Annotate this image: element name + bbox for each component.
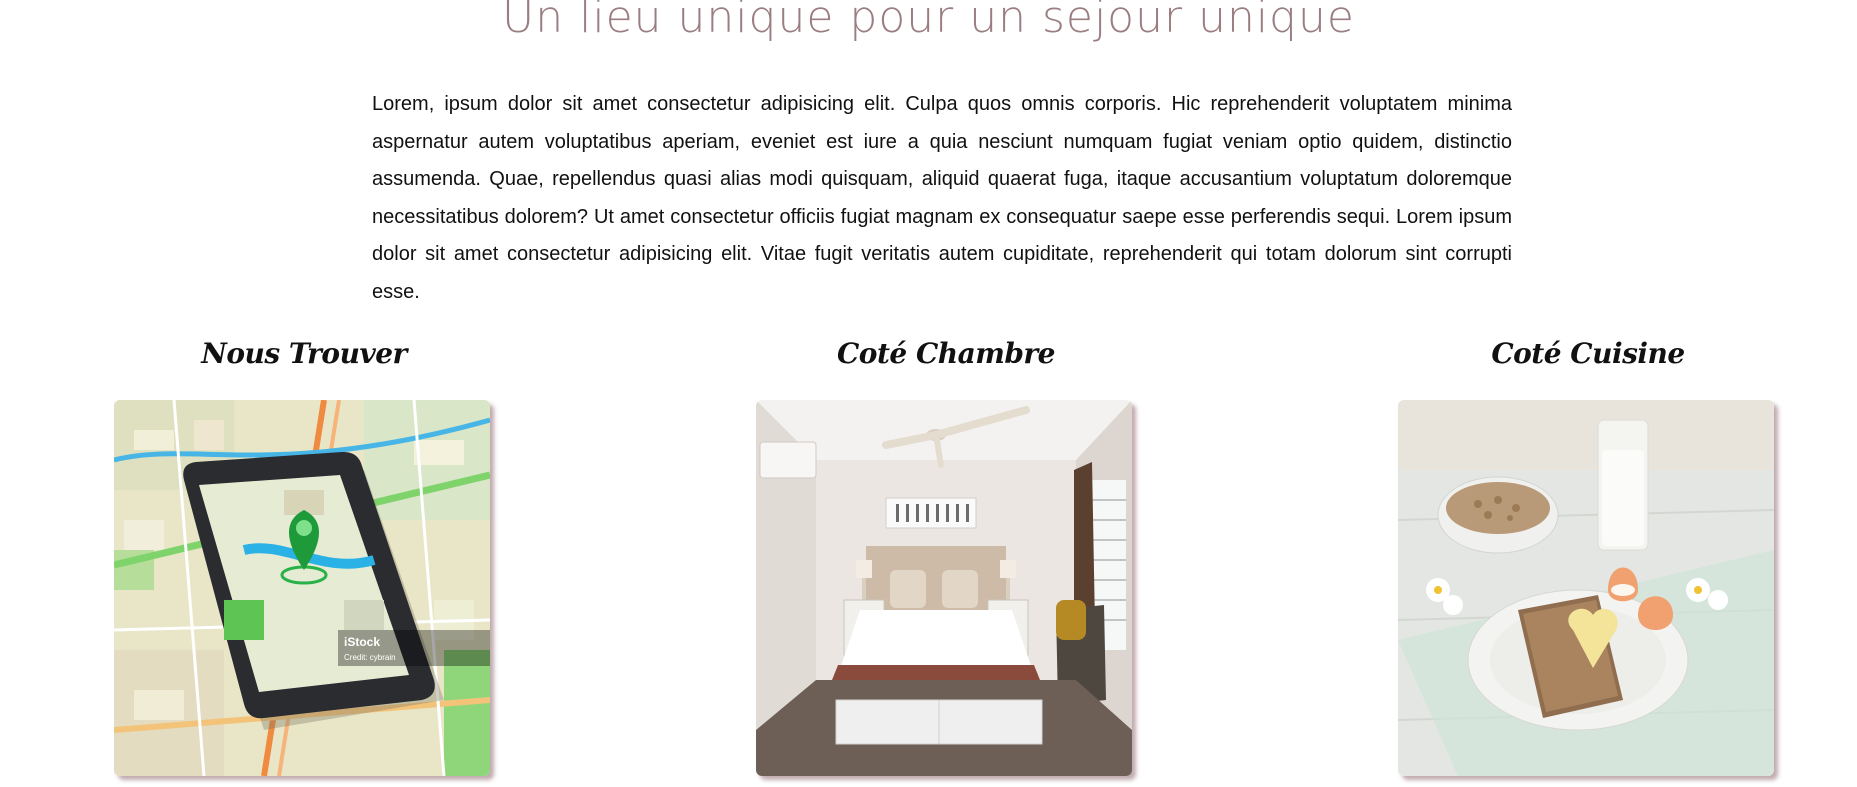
section-title: Un lieu unique pour un sejour unique [502,0,1355,43]
breakfast-photo[interactable] [1398,400,1774,776]
card-title-cote-cuisine: Coté Cuisine [1491,337,1685,370]
card-nous-trouver: Nous Trouver iStock Credit: cybrain [114,330,494,776]
intro-paragraph: Lorem, ipsum dolor sit amet consectetur … [372,93,1512,303]
photo-credit: Credit: cybrain [344,653,396,662]
card-title-cote-chambre: Coté Chambre [836,337,1056,370]
watermark-istock: iStock [344,635,380,649]
map-phone-photo[interactable]: iStock Credit: cybrain [114,400,490,776]
card-cote-chambre: Coté Chambre [756,330,1136,776]
card-title-nous-trouver: Nous Trouver [201,337,407,370]
bedroom-photo[interactable] [756,400,1132,776]
card-cote-cuisine: Coté Cuisine [1398,330,1778,776]
